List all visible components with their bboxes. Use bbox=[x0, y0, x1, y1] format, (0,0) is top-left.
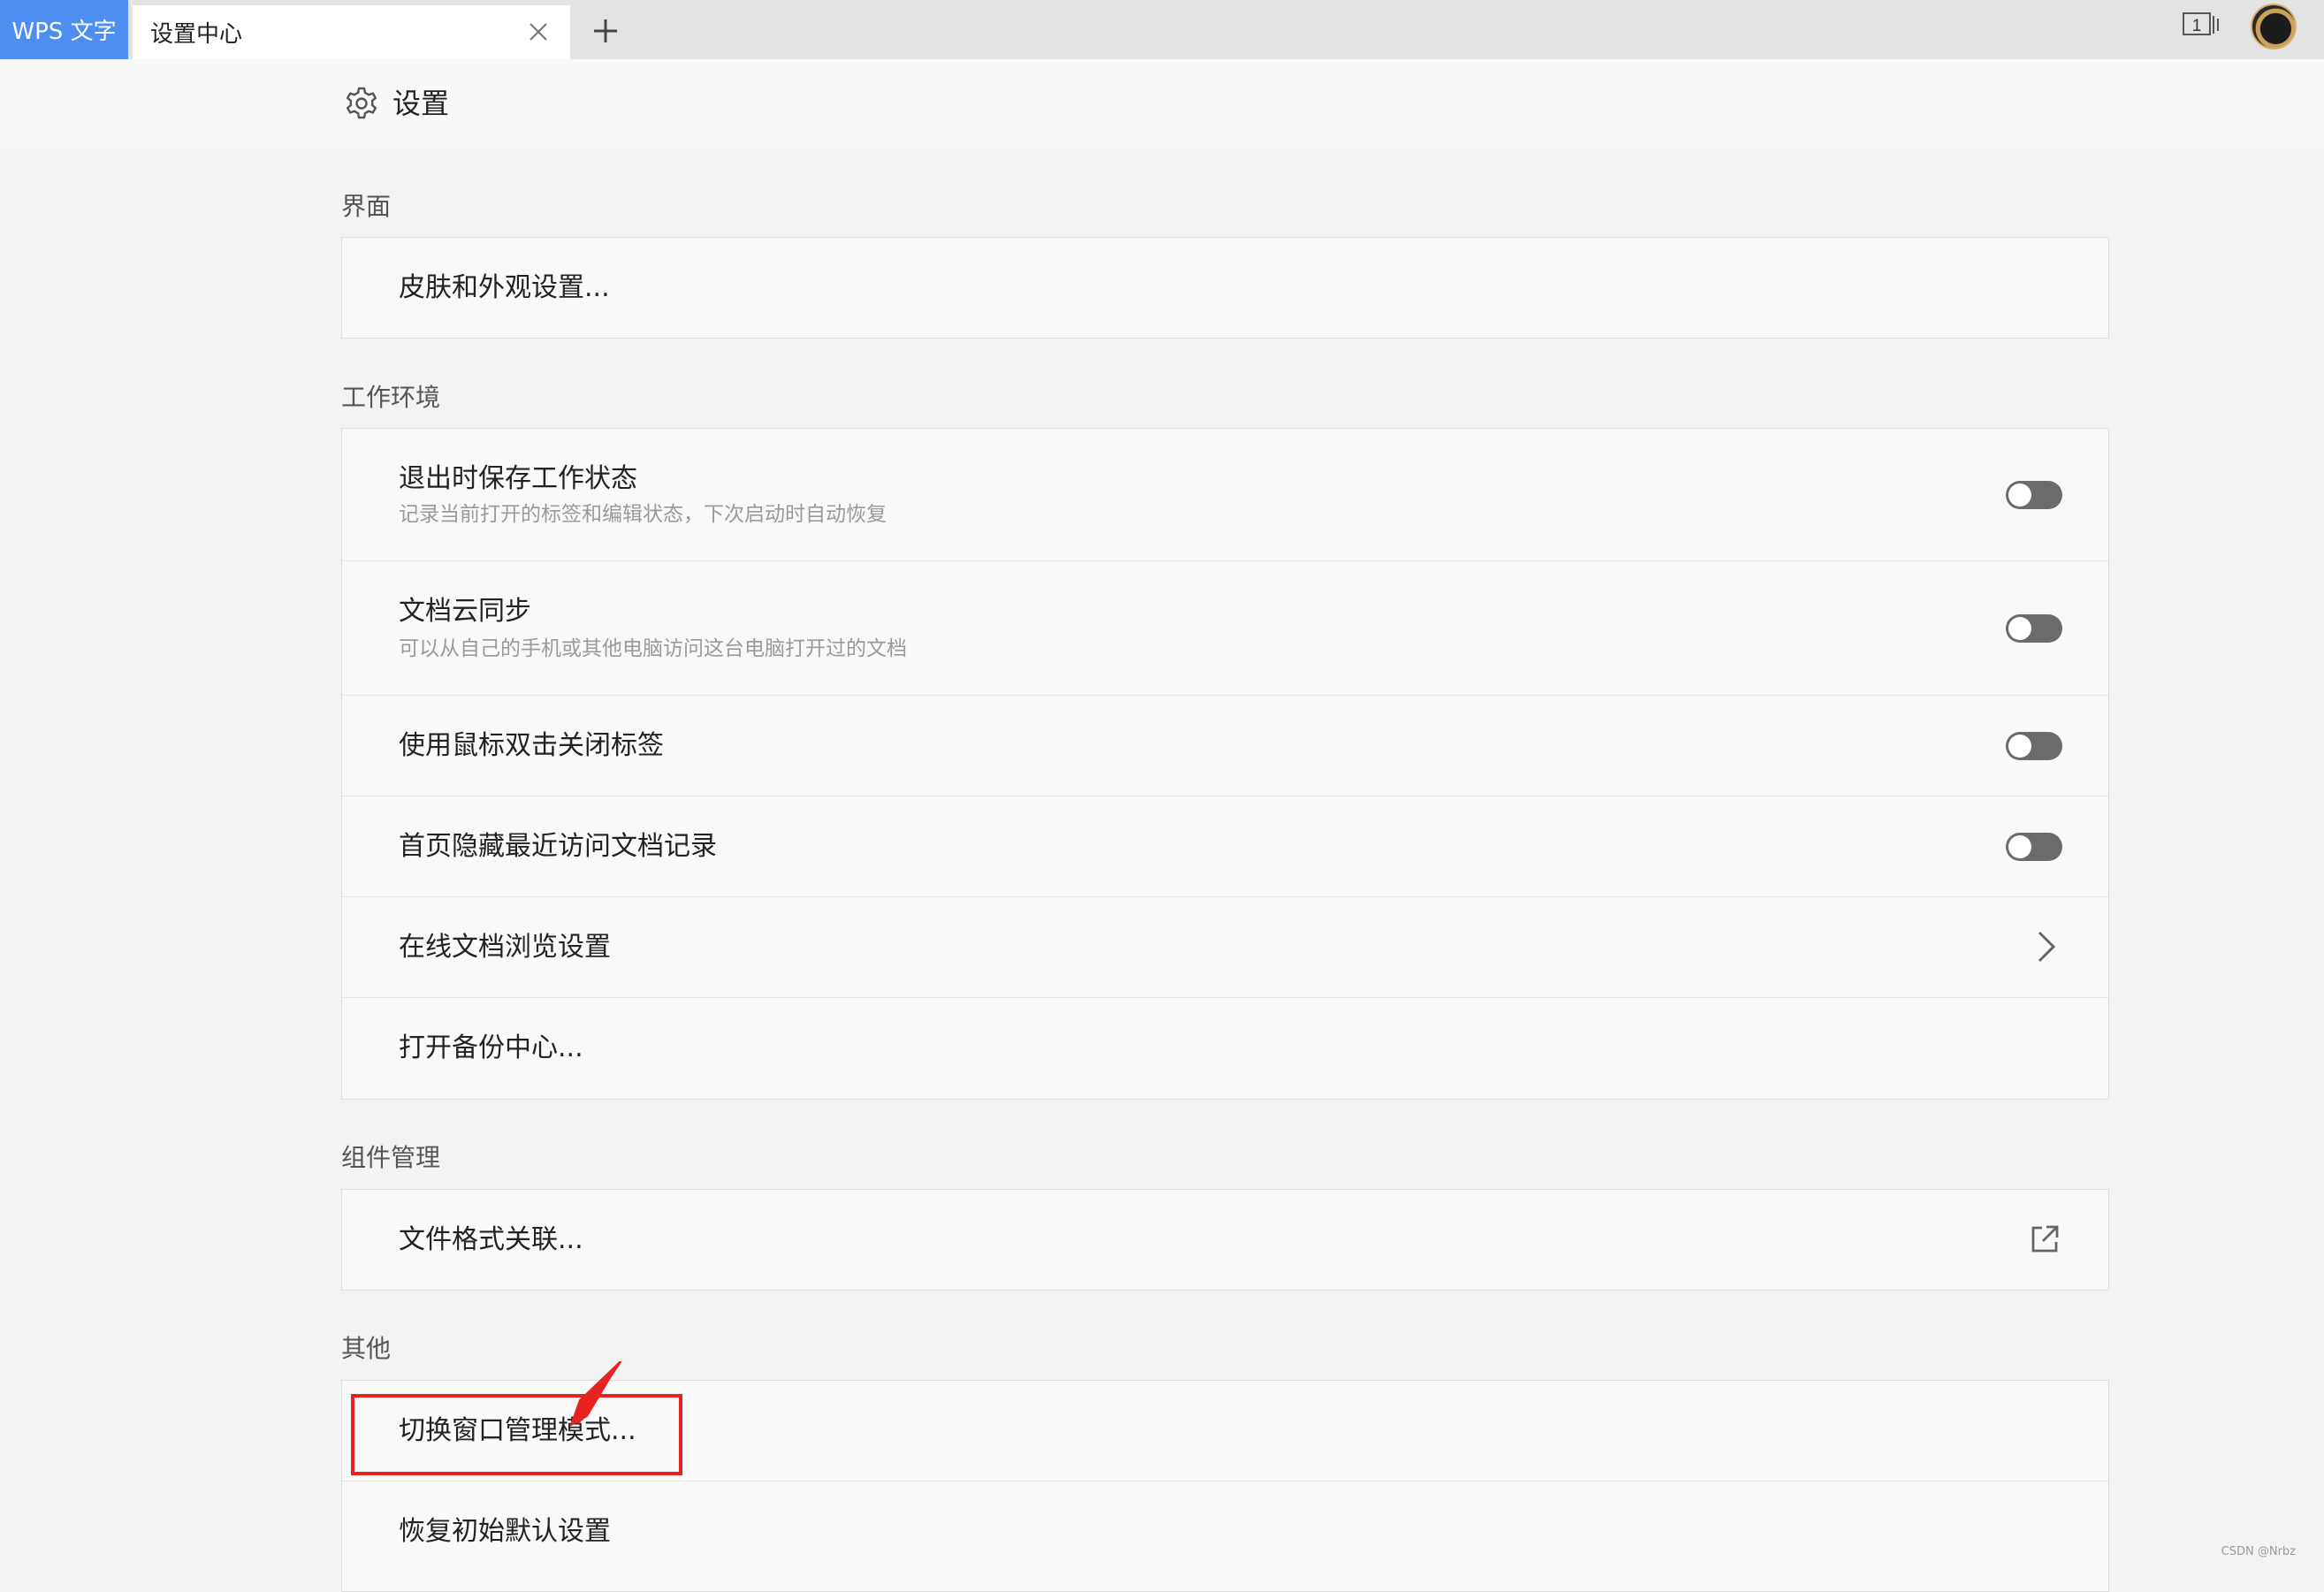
tab-wps-writer-label: WPS 文字 bbox=[11, 19, 117, 45]
external-link-icon bbox=[2031, 1225, 2059, 1253]
setting-description: 记录当前打开的标签和编辑状态，下次启动时自动恢复 bbox=[399, 503, 887, 526]
setting-label: 恢复初始默认设置 bbox=[399, 1516, 611, 1547]
setting-label: 首页隐藏最近访问文档记录 bbox=[399, 831, 717, 862]
section-title-interface: 界面 bbox=[341, 192, 392, 221]
plus-icon[interactable] bbox=[591, 16, 621, 46]
setting-label: 退出时保存工作状态 bbox=[399, 463, 637, 494]
page-title: 设置 bbox=[392, 87, 450, 120]
tab-bar: WPS 文字 设置中心 1 bbox=[0, 0, 2324, 59]
window-count-icon[interactable]: 1 bbox=[2182, 11, 2221, 37]
setting-label: 在线文档浏览设置 bbox=[399, 932, 611, 963]
setting-label: 文档云同步 bbox=[399, 596, 531, 627]
setting-file-format-association[interactable]: 文件格式关联... bbox=[342, 1190, 2108, 1290]
setting-cloud-sync: 文档云同步 可以从自己的手机或其他电脑访问这台电脑打开过的文档 bbox=[342, 561, 2108, 696]
close-icon[interactable] bbox=[524, 18, 552, 46]
toggle-knob bbox=[2008, 484, 2031, 507]
toggle-knob bbox=[2008, 617, 2031, 640]
toggle-knob bbox=[2008, 835, 2031, 858]
setting-description: 可以从自己的手机或其他电脑访问这台电脑打开过的文档 bbox=[399, 637, 907, 660]
watermark: CSDN @Nrbz bbox=[2221, 1545, 2296, 1558]
section-title-other: 其他 bbox=[341, 1334, 392, 1363]
settings-header: 设置 bbox=[0, 59, 2324, 148]
toggle-hide-recent-docs[interactable] bbox=[2006, 833, 2062, 861]
setting-label: 使用鼠标双击关闭标签 bbox=[399, 730, 664, 761]
workspace-card: 退出时保存工作状态 记录当前打开的标签和编辑状态，下次启动时自动恢复 文档云同步… bbox=[341, 428, 2109, 1100]
tab-settings-center[interactable]: 设置中心 bbox=[133, 5, 570, 59]
window-count: 1 bbox=[2192, 17, 2202, 35]
interface-card: 皮肤和外观设置... bbox=[341, 237, 2109, 339]
avatar[interactable] bbox=[2251, 4, 2297, 50]
section-title-components: 组件管理 bbox=[341, 1143, 441, 1172]
setting-label: 皮肤和外观设置... bbox=[399, 272, 610, 303]
tab-settings-center-label: 设置中心 bbox=[150, 21, 243, 48]
toggle-double-click-close-tab[interactable] bbox=[2006, 732, 2062, 760]
setting-label: 打开备份中心... bbox=[399, 1032, 583, 1063]
setting-skin-appearance[interactable]: 皮肤和外观设置... bbox=[342, 238, 2108, 338]
setting-online-doc-browsing[interactable]: 在线文档浏览设置 bbox=[342, 897, 2108, 998]
toggle-save-work-state[interactable] bbox=[2006, 481, 2062, 509]
setting-hide-recent-docs: 首页隐藏最近访问文档记录 bbox=[342, 796, 2108, 897]
annotation-arrow-icon bbox=[570, 1361, 622, 1426]
toggle-knob bbox=[2008, 735, 2031, 758]
chevron-right-icon bbox=[2038, 931, 2056, 963]
setting-save-work-state: 退出时保存工作状态 记录当前打开的标签和编辑状态，下次启动时自动恢复 bbox=[342, 429, 2108, 561]
components-card: 文件格式关联... bbox=[341, 1189, 2109, 1291]
setting-open-backup-center[interactable]: 打开备份中心... bbox=[342, 998, 2108, 1099]
section-title-workspace: 工作环境 bbox=[341, 383, 441, 412]
setting-label: 文件格式关联... bbox=[399, 1224, 583, 1255]
gear-icon bbox=[347, 87, 377, 119]
tab-wps-writer[interactable]: WPS 文字 bbox=[0, 0, 128, 59]
toggle-cloud-sync[interactable] bbox=[2006, 614, 2062, 643]
setting-double-click-close-tab: 使用鼠标双击关闭标签 bbox=[342, 696, 2108, 796]
